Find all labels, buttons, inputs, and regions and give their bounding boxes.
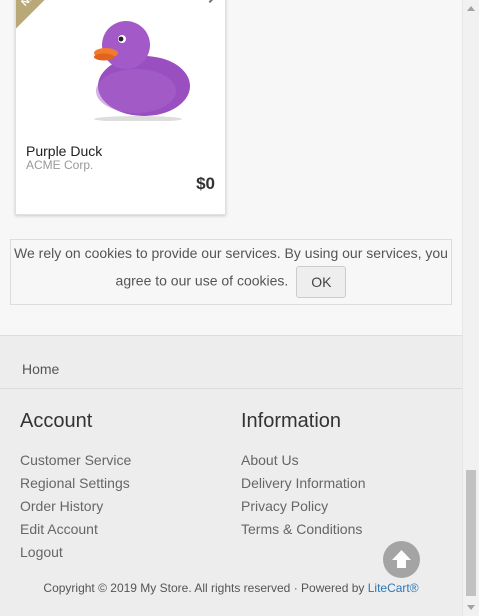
product-name[interactable]: Purple Duck bbox=[26, 143, 102, 159]
info-link-delivery-information[interactable]: Delivery Information bbox=[241, 472, 366, 495]
info-link-about-us[interactable]: About Us bbox=[241, 449, 366, 472]
scroll-up-arrow-icon[interactable] bbox=[467, 6, 475, 11]
copyright-text: Copyright © 2019 My Store. All rights re… bbox=[43, 581, 368, 595]
vertical-scrollbar[interactable] bbox=[462, 0, 479, 616]
litecart-link[interactable]: LiteCart® bbox=[368, 581, 419, 595]
cookie-notice: We rely on cookies to provide our servic… bbox=[10, 239, 452, 305]
product-price: $0 bbox=[196, 174, 215, 193]
cookie-text-line1: We rely on cookies to provide our servic… bbox=[14, 245, 448, 261]
product-image[interactable] bbox=[76, 11, 196, 121]
new-ribbon: New bbox=[16, 0, 71, 38]
account-link-customer-service[interactable]: Customer Service bbox=[20, 449, 131, 472]
account-title: Account bbox=[20, 410, 93, 432]
scroll-down-arrow-icon[interactable] bbox=[467, 605, 475, 610]
info-link-privacy-policy[interactable]: Privacy Policy bbox=[241, 495, 366, 518]
account-link-edit-account[interactable]: Edit Account bbox=[20, 518, 131, 541]
account-links: Customer Service Regional Settings Order… bbox=[20, 449, 131, 564]
account-link-order-history[interactable]: Order History bbox=[20, 495, 131, 518]
footer-divider bbox=[0, 388, 462, 389]
copyright: Copyright © 2019 My Store. All rights re… bbox=[0, 581, 462, 595]
product-card[interactable]: New Purple Duck ACME Corp. $0 bbox=[15, 0, 226, 215]
cookie-ok-button[interactable]: OK bbox=[296, 266, 347, 298]
account-link-regional-settings[interactable]: Regional Settings bbox=[20, 472, 131, 495]
information-links: About Us Delivery Information Privacy Po… bbox=[241, 449, 366, 541]
information-title: Information bbox=[241, 410, 342, 432]
cookie-text-line2: agree to our use of cookies. OK bbox=[11, 266, 451, 298]
scrollbar-thumb[interactable] bbox=[466, 470, 476, 596]
chevron-up-icon bbox=[392, 550, 411, 568]
account-link-logout[interactable]: Logout bbox=[20, 541, 131, 564]
info-link-terms-conditions[interactable]: Terms & Conditions bbox=[241, 518, 366, 541]
cookie-text-line2-label: agree to our use of cookies. bbox=[115, 272, 289, 289]
product-manufacturer: ACME Corp. bbox=[26, 158, 94, 172]
breadcrumb-home[interactable]: Home bbox=[22, 361, 59, 377]
corner-icon bbox=[202, 0, 218, 4]
scroll-to-top-button[interactable] bbox=[383, 541, 420, 578]
page: New Purple Duck ACME Corp. $0 We rely on… bbox=[0, 0, 462, 616]
